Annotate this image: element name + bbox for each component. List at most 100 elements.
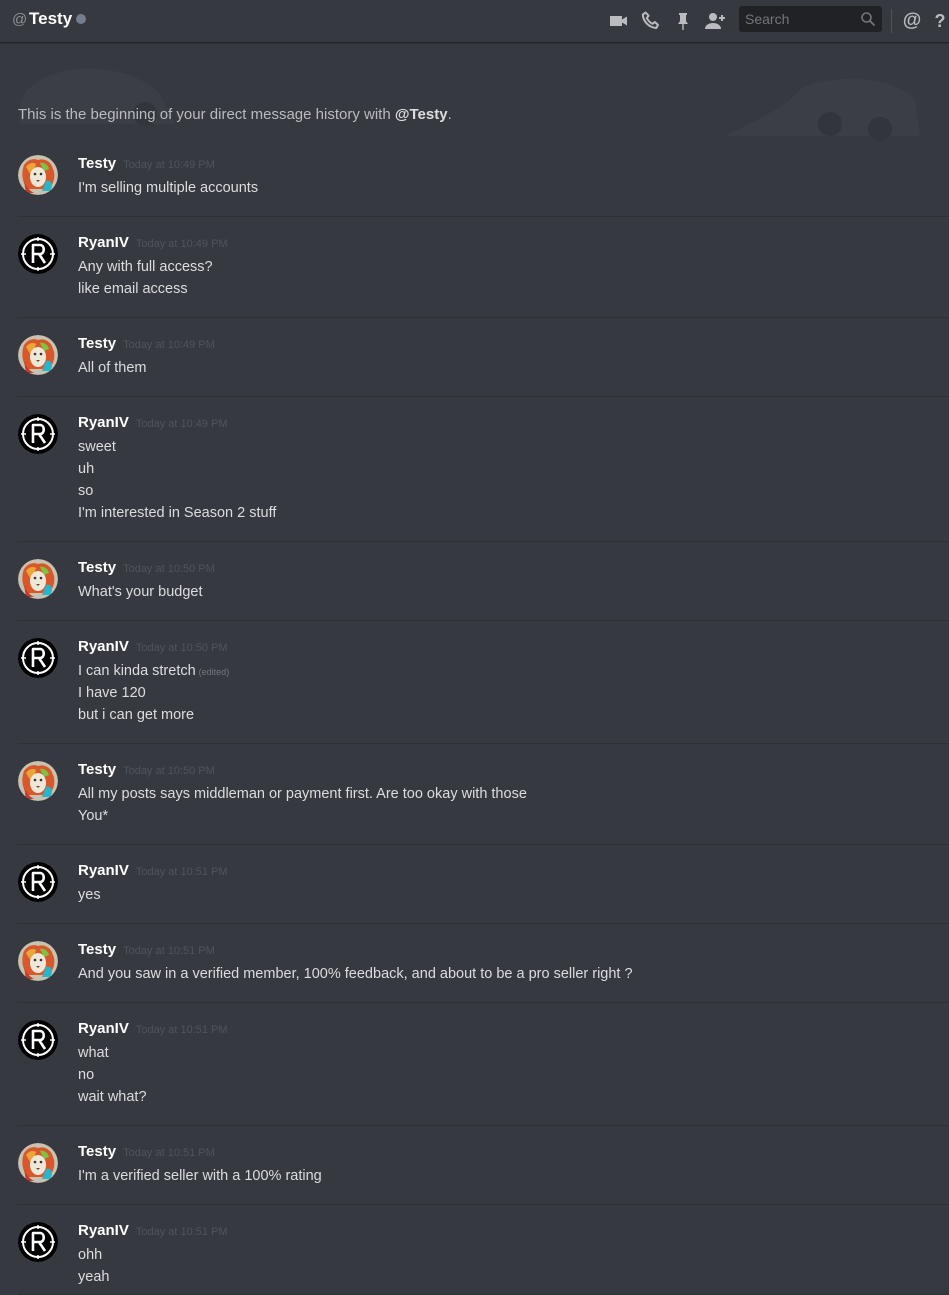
- message-line: what: [78, 1045, 109, 1061]
- author-name[interactable]: Testy: [78, 1143, 116, 1160]
- message-timestamp: Today at 10:51 PM: [123, 945, 215, 957]
- author-name[interactable]: RyanIV: [78, 862, 129, 879]
- message-content: All my posts says middleman or payment f…: [78, 783, 527, 827]
- message-group[interactable]: RyanIV Today at 10:49 PM Any with full acc…: [18, 234, 949, 318]
- mentions-icon[interactable]: @: [900, 9, 924, 33]
- message-content: All of them: [78, 357, 147, 379]
- message-group[interactable]: RyanIV Today at 10:51 PM yes: [18, 862, 949, 924]
- message-timestamp: Today at 10:51 PM: [123, 1147, 215, 1159]
- welcome-background-art: [20, 68, 920, 141]
- message-group[interactable]: Testy Today at 10:51 PM I'm a verified sel…: [18, 1143, 949, 1205]
- message-group[interactable]: Testy Today at 10:50 PM What's your budget: [18, 559, 949, 621]
- message-group[interactable]: RyanIV Today at 10:49 PM sweet uh so I'm inte…: [18, 414, 949, 542]
- message-timestamp: Today at 10:49 PM: [135, 238, 228, 250]
- help-symbol: ?: [934, 11, 946, 31]
- avatar-r-logo-avatar[interactable]: [18, 862, 58, 902]
- message-content: Any with full access? like email access: [78, 256, 213, 300]
- voice-call-icon[interactable]: [639, 9, 663, 33]
- search-input[interactable]: [739, 6, 854, 32]
- message-group[interactable]: RyanIV Today at 10:51 PM what no wait what?: [18, 1020, 949, 1126]
- channel-name[interactable]: Testy: [29, 9, 72, 29]
- message-content: What's your budget: [78, 581, 202, 603]
- search-icon: [860, 11, 876, 32]
- message-group[interactable]: RyanIV Today at 10:50 PM I can kinda stret…: [18, 638, 949, 744]
- message-author[interactable]: Testy Today at 10:51 PM: [78, 941, 215, 958]
- message-content: I can kinda stretch (edited) I have 120 but…: [78, 660, 229, 726]
- message-author[interactable]: Testy Today at 10:50 PM: [78, 761, 215, 778]
- message-group[interactable]: Testy Today at 10:49 PM I'm selling multip…: [18, 155, 949, 217]
- video-call-icon[interactable]: [607, 9, 631, 33]
- at-symbol: @: [12, 11, 28, 28]
- author-name[interactable]: RyanIV: [78, 414, 129, 431]
- message-line: All my posts says middleman or payment f…: [78, 786, 527, 802]
- add-user-icon[interactable]: [703, 9, 727, 33]
- author-name[interactable]: Testy: [78, 761, 116, 778]
- message-line: And you saw in a verified member, 100% f…: [78, 966, 633, 982]
- message-line: yeah: [78, 1269, 110, 1285]
- welcome-prefix: This is the beginning of your direct mes…: [18, 106, 395, 123]
- author-name[interactable]: RyanIV: [78, 638, 129, 655]
- message-line: Any with full access?: [78, 259, 213, 275]
- avatar-lion-avatar[interactable]: [18, 559, 58, 599]
- message-timestamp: Today at 10:49 PM: [123, 339, 215, 351]
- message-content: And you saw in a verified member, 100% f…: [78, 963, 633, 985]
- message-group[interactable]: RyanIV Today at 10:51 PM ohh yeah: [18, 1222, 949, 1295]
- message-timestamp: Today at 10:50 PM: [123, 765, 215, 777]
- message-author[interactable]: Testy Today at 10:49 PM: [78, 335, 215, 352]
- author-name[interactable]: Testy: [78, 941, 116, 958]
- message-line: ohh: [78, 1247, 103, 1263]
- author-name[interactable]: RyanIV: [78, 1222, 129, 1239]
- welcome-user[interactable]: @Testy: [395, 106, 448, 123]
- message-author[interactable]: Testy Today at 10:49 PM: [78, 155, 215, 172]
- message-content: I'm selling multiple accounts: [78, 177, 258, 199]
- message-timestamp: Today at 10:51 PM: [135, 1226, 228, 1238]
- header-divider: [891, 9, 892, 33]
- message-author[interactable]: Testy Today at 10:50 PM: [78, 559, 215, 576]
- avatar-lion-avatar[interactable]: [18, 155, 58, 195]
- message-line: like email access: [78, 281, 188, 297]
- message-line: All of them: [78, 360, 147, 376]
- message-timestamp: Today at 10:49 PM: [123, 159, 215, 171]
- avatar-lion-avatar[interactable]: [18, 761, 58, 801]
- avatar-r-logo-avatar[interactable]: [18, 1020, 58, 1060]
- message-author[interactable]: RyanIV Today at 10:51 PM: [78, 1020, 228, 1037]
- author-name[interactable]: RyanIV: [78, 234, 129, 251]
- help-icon[interactable]: ?: [931, 9, 949, 33]
- message-line: I'm selling multiple accounts: [78, 180, 259, 196]
- author-name[interactable]: Testy: [78, 335, 116, 352]
- avatar-lion-avatar[interactable]: [18, 941, 58, 981]
- author-name[interactable]: RyanIV: [78, 1020, 129, 1037]
- search-box[interactable]: [739, 6, 882, 32]
- pin-icon[interactable]: [671, 9, 695, 33]
- message-content: sweet uh so I'm interested in Season 2 stuf…: [78, 436, 276, 524]
- message-line: You*: [78, 808, 109, 824]
- message-line: but i can get more: [78, 707, 195, 723]
- message-author[interactable]: RyanIV Today at 10:49 PM: [78, 234, 228, 251]
- message-line: yes: [78, 887, 101, 903]
- message-author[interactable]: RyanIV Today at 10:51 PM: [78, 1222, 228, 1239]
- message-group[interactable]: Testy Today at 10:50 PM All my posts says …: [18, 761, 949, 845]
- message-author[interactable]: RyanIV Today at 10:51 PM: [78, 862, 228, 879]
- author-name[interactable]: Testy: [78, 155, 116, 172]
- message-author[interactable]: Testy Today at 10:51 PM: [78, 1143, 215, 1160]
- avatar-lion-avatar[interactable]: [18, 335, 58, 375]
- avatar-r-logo-avatar[interactable]: [18, 638, 58, 678]
- message-author[interactable]: RyanIV Today at 10:50 PM: [78, 638, 228, 655]
- message-group[interactable]: Testy Today at 10:51 PM And you saw in a v…: [18, 941, 949, 1003]
- mentions-symbol: @: [902, 10, 922, 31]
- message-content: yes: [78, 884, 101, 906]
- status-offline-icon: [76, 14, 86, 24]
- avatar-r-logo-avatar[interactable]: [18, 1222, 58, 1262]
- dm-welcome-text: This is the beginning of your direct mes…: [18, 106, 452, 123]
- message-content: I'm a verified seller with a 100% rating: [78, 1165, 322, 1187]
- avatar-r-logo-avatar[interactable]: [18, 234, 58, 274]
- message-line: wait what?: [78, 1089, 147, 1105]
- avatar-lion-avatar[interactable]: [18, 1143, 58, 1183]
- message-group[interactable]: Testy Today at 10:49 PM All of them: [18, 335, 949, 397]
- message-line: sweet: [78, 439, 116, 455]
- author-name[interactable]: Testy: [78, 559, 116, 576]
- avatar-r-logo-avatar[interactable]: [18, 414, 58, 454]
- message-content: what no wait what?: [78, 1042, 147, 1108]
- message-author[interactable]: RyanIV Today at 10:49 PM: [78, 414, 228, 431]
- message-line: I have 120: [78, 685, 146, 701]
